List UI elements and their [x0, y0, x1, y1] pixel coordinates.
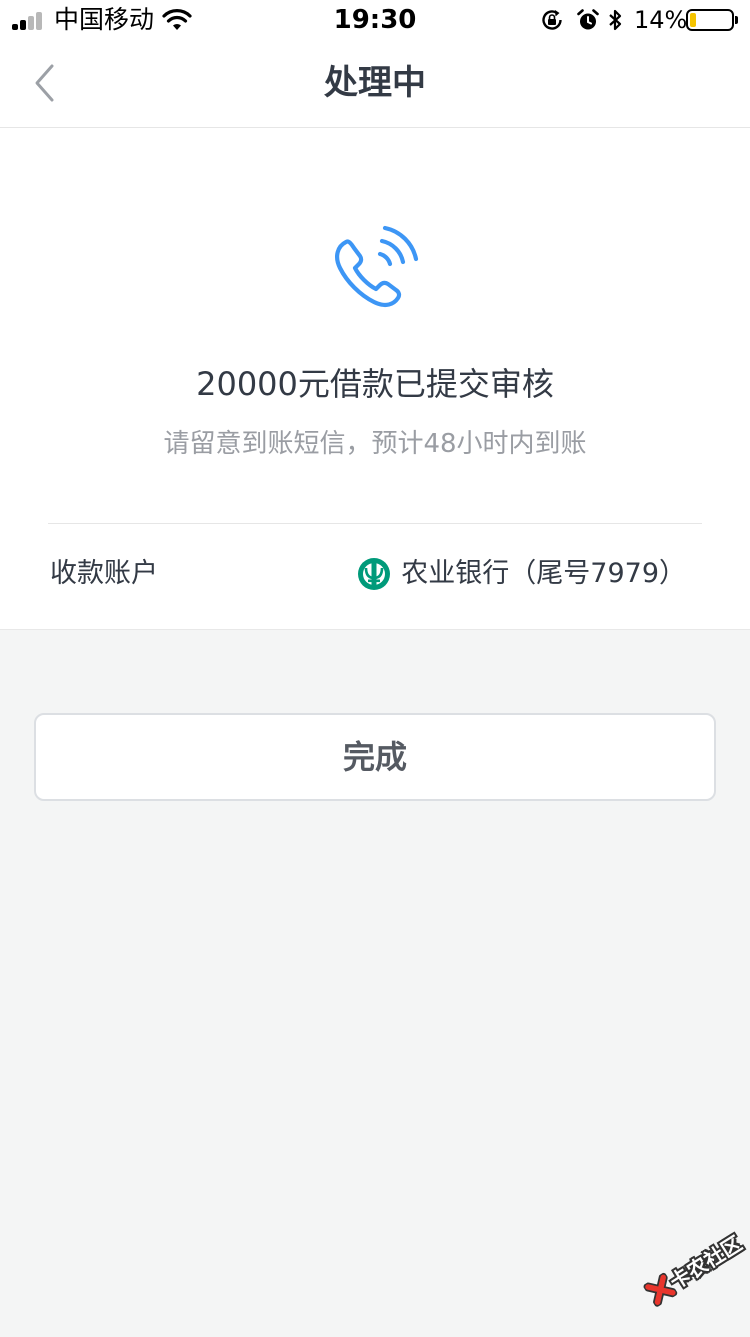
watermark-text: 卡农社区	[665, 1231, 747, 1294]
phone-call-icon	[335, 225, 419, 308]
done-button[interactable]: 完成	[34, 713, 716, 801]
alarm-icon	[577, 9, 599, 30]
agricultural-bank-logo	[358, 558, 391, 590]
divider	[48, 523, 702, 524]
result-card: 20000元借款已提交审核 请留意到账短信，预计48小时内到账 收款账户 农业银…	[0, 128, 750, 630]
battery-percent: 14%	[634, 6, 688, 34]
watermark-logo: 卡农社区	[633, 1217, 750, 1336]
result-title: 20000元借款已提交审核	[196, 365, 554, 403]
account-label: 收款账户	[50, 558, 158, 589]
result-subtitle: 请留意到账短信，预计48小时内到账	[163, 429, 587, 459]
bank-account-text: 农业银行（尾号7979）	[401, 558, 686, 589]
bluetooth-icon	[609, 9, 622, 31]
status-bar: 中国移动 19:30 14%	[0, 0, 750, 40]
battery-level	[690, 13, 696, 27]
nav-bar: 处理中	[0, 40, 750, 128]
rotation-lock-icon	[542, 10, 562, 30]
battery-icon	[686, 9, 738, 31]
page-title: 处理中	[324, 63, 426, 103]
account-value: 农业银行（尾号7979）	[357, 554, 686, 594]
